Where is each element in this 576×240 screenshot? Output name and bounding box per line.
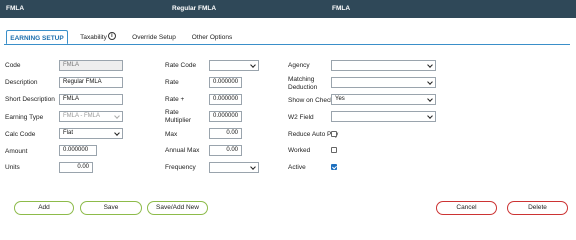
matching-deduction-select[interactable] bbox=[331, 77, 436, 88]
w2-field-label: W2 Field bbox=[288, 114, 314, 121]
save-button[interactable]: Save bbox=[80, 201, 142, 215]
active-label: Active bbox=[288, 164, 306, 171]
units-label: Units bbox=[5, 164, 20, 171]
record-header-bar: FMLA Regular FMLA FMLA bbox=[0, 0, 576, 18]
reduce-auto-pay-checkbox[interactable] bbox=[331, 131, 337, 137]
chevron-down-icon bbox=[427, 79, 433, 85]
show-on-check-value: Yes bbox=[335, 96, 345, 102]
tab-earning-setup[interactable]: EARNING SETUP bbox=[6, 30, 68, 45]
active-checkbox[interactable] bbox=[331, 164, 337, 170]
rate-code-select[interactable] bbox=[209, 60, 259, 71]
rate-label: Rate bbox=[165, 79, 179, 86]
earning-type-label: Earning Type bbox=[5, 114, 44, 121]
chevron-down-icon bbox=[427, 62, 433, 68]
header-description: Regular FMLA bbox=[172, 5, 217, 12]
rate-multiplier-field[interactable]: 0.000000 bbox=[209, 111, 242, 122]
description-field[interactable]: Regular FMLA bbox=[59, 77, 123, 88]
amount-field[interactable]: 0.000000 bbox=[59, 145, 97, 156]
rate-multiplier-label-line2: Multiplier bbox=[165, 117, 192, 124]
units-field[interactable]: 0.00 bbox=[59, 162, 93, 173]
calc-code-select[interactable]: Flat bbox=[59, 128, 123, 139]
tab-override-setup[interactable]: Override Setup bbox=[128, 30, 180, 45]
earning-type-select: FMLA - FMLA bbox=[59, 111, 123, 122]
tab-taxability[interactable]: Taxability i bbox=[74, 30, 122, 45]
show-on-check-select[interactable]: Yes bbox=[331, 94, 436, 105]
chevron-down-icon bbox=[427, 113, 433, 119]
chevron-down-icon bbox=[250, 164, 256, 170]
short-description-field[interactable]: FMLA bbox=[59, 94, 123, 105]
annual-max-label: Annual Max bbox=[165, 147, 200, 154]
add-button[interactable]: Add bbox=[14, 201, 74, 215]
tab-bar: EARNING SETUP Taxability i Override Setup… bbox=[4, 30, 254, 45]
delete-button[interactable]: Delete bbox=[507, 201, 568, 215]
calc-code-value: Flat bbox=[63, 130, 74, 136]
matching-deduction-label-line2: Deduction bbox=[288, 84, 318, 91]
matching-deduction-label-line1: Matching bbox=[288, 76, 315, 83]
w2-field-select[interactable] bbox=[331, 111, 436, 122]
chevron-down-icon bbox=[114, 113, 120, 119]
show-on-check-label: Show on Check? bbox=[288, 97, 338, 104]
header-code: FMLA bbox=[6, 5, 25, 12]
code-field: FMLA bbox=[59, 60, 123, 71]
tab-underline bbox=[4, 44, 570, 45]
rate-field[interactable]: 0.000000 bbox=[209, 77, 242, 88]
rate-plus-label: Rate + bbox=[165, 96, 185, 103]
rate-plus-field[interactable]: 0.000000 bbox=[209, 94, 242, 105]
worked-checkbox[interactable] bbox=[331, 147, 337, 153]
save-add-new-button[interactable]: Save/Add New bbox=[147, 201, 208, 215]
cancel-button[interactable]: Cancel bbox=[436, 201, 497, 215]
info-circle-icon[interactable]: i bbox=[107, 32, 116, 40]
agency-label: Agency bbox=[288, 62, 310, 69]
tab-other-options[interactable]: Other Options bbox=[186, 30, 238, 45]
calc-code-label: Calc Code bbox=[5, 131, 36, 138]
tab-taxability-label: Taxability bbox=[80, 34, 107, 41]
chevron-down-icon bbox=[114, 130, 120, 136]
frequency-label: Frequency bbox=[165, 164, 196, 171]
annual-max-field[interactable]: 0.00 bbox=[209, 145, 242, 156]
rate-multiplier-label-line1: Rate bbox=[165, 109, 179, 116]
worked-label: Worked bbox=[288, 147, 311, 154]
max-field[interactable]: 0.00 bbox=[209, 128, 242, 139]
earning-type-value: FMLA - FMLA bbox=[63, 113, 101, 119]
amount-label: Amount bbox=[5, 148, 28, 155]
chevron-down-icon bbox=[427, 96, 433, 102]
rate-code-label: Rate Code bbox=[165, 62, 197, 69]
max-label: Max bbox=[165, 131, 178, 138]
header-short-description: FMLA bbox=[332, 5, 351, 12]
frequency-select[interactable] bbox=[209, 162, 259, 173]
short-description-label: Short Description bbox=[5, 96, 55, 103]
description-label: Description bbox=[5, 79, 38, 86]
code-label: Code bbox=[5, 62, 21, 69]
agency-select[interactable] bbox=[331, 60, 436, 71]
chevron-down-icon bbox=[250, 62, 256, 68]
